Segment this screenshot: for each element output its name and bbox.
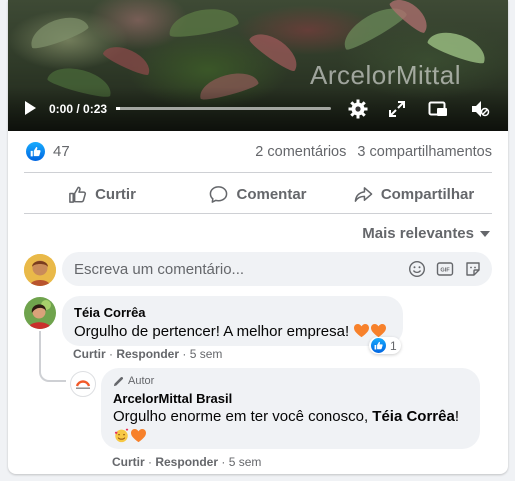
video-frame-leaf [26,10,90,52]
comment-sort-dropdown[interactable]: Mais relevantes [362,225,490,242]
comment-sort-label: Mais relevantes [362,225,474,242]
reply-bubble: Autor ArcelorMittal Brasil Orgulho enorm… [101,368,480,449]
like-button[interactable]: Curtir [24,175,180,213]
reply-timestamp[interactable]: 5 sem [229,455,262,469]
pencil-icon [113,376,124,386]
comment-button-label: Comentar [236,185,307,203]
play-icon[interactable] [25,101,36,115]
smiling-face-with-hearts-emoji [114,428,129,443]
comment-reaction-pill[interactable]: 1 [369,337,401,354]
comment-like-link[interactable]: Curtir [73,347,106,361]
comment-reply-link[interactable]: Responder [116,347,179,361]
comment-text: Orgulho de pertencer! A melhor empresa! [74,322,391,342]
like-button-label: Curtir [95,185,136,203]
comment-bubble-icon [210,185,228,203]
reply-text: Orgulho enorme em ter você conosco, Téia… [113,407,468,427]
shares-count-link[interactable]: 3 compartilhamentos [357,144,492,160]
volume-muted-icon[interactable] [470,99,490,119]
reply-reply-link[interactable]: Responder [155,455,218,469]
divider [24,172,492,173]
svg-text:GIF: GIF [440,268,450,274]
post-card: ArcelorMittal 0:00 / 0:23 47 2 comentári… [8,0,508,474]
comments-count-link[interactable]: 2 comentários [255,144,346,160]
reply-text-suffix: ! [454,408,460,425]
reply-emojis [113,428,468,448]
comment-meta: Curtir · Responder · 5 sem [73,347,223,361]
reaction-count: 47 [53,143,70,160]
video-frame-leaf [166,4,240,40]
reply-text-prefix: Orgulho enorme em ter você conosco, [113,408,369,425]
share-arrow-icon [354,186,373,202]
arcelormittal-avatar[interactable] [70,371,96,397]
post-actions: Curtir Comentar Compartilhar [24,175,492,213]
reply-mention-link[interactable]: Téia Corrêa [372,408,455,425]
settings-icon[interactable] [348,99,368,119]
sticker-icon[interactable] [464,260,482,278]
fullscreen-icon[interactable] [387,99,407,119]
reply-thread-line [39,331,66,382]
comment-input[interactable] [74,252,394,286]
current-user-avatar[interactable] [24,254,56,286]
author-badge: Autor [113,375,468,387]
reply-like-link[interactable]: Curtir [112,455,145,469]
like-reaction-icon [371,338,386,353]
divider [24,213,492,214]
reaction-summary[interactable]: 47 [26,142,70,161]
video-seek-progress [116,107,121,110]
author-badge-label: Autor [128,375,155,387]
share-button[interactable]: Compartilhar [336,175,492,213]
share-button-label: Compartilhar [380,185,475,203]
pip-icon[interactable] [428,99,448,119]
emoji-icon[interactable] [408,260,426,278]
orange-heart-emoji [371,324,387,338]
caret-down-icon [480,230,490,237]
commenter-avatar[interactable] [24,297,56,329]
comment-bubble: Téia Corrêa Orgulho de pertencer! A melh… [62,296,403,346]
gif-icon[interactable]: GIF [436,260,454,278]
orange-heart-emoji [354,324,370,338]
video-frame-leaf [101,40,155,78]
comment-reaction-count: 1 [390,338,397,353]
orange-heart-emoji [131,429,146,443]
engagement-counts: 2 comentários 3 compartilhamentos [255,144,492,160]
video-player[interactable]: ArcelorMittal 0:00 / 0:23 [8,0,508,131]
video-time: 0:00 / 0:23 [49,102,108,116]
comment-author[interactable]: Téia Corrêa [74,305,391,320]
like-reaction-icon [26,142,45,161]
comment-timestamp[interactable]: 5 sem [190,347,223,361]
reply-meta: Curtir · Responder · 5 sem [112,455,262,469]
comment-composer: GIF [62,252,492,286]
video-seek-bar[interactable] [116,107,331,110]
video-frame-leaf [247,26,304,74]
comment-button[interactable]: Comentar [180,175,336,213]
reply-author[interactable]: ArcelorMittal Brasil [113,391,468,406]
thumbs-up-icon [69,186,87,203]
comment-text-body: Orgulho de pertencer! A melhor empresa! [74,323,350,340]
